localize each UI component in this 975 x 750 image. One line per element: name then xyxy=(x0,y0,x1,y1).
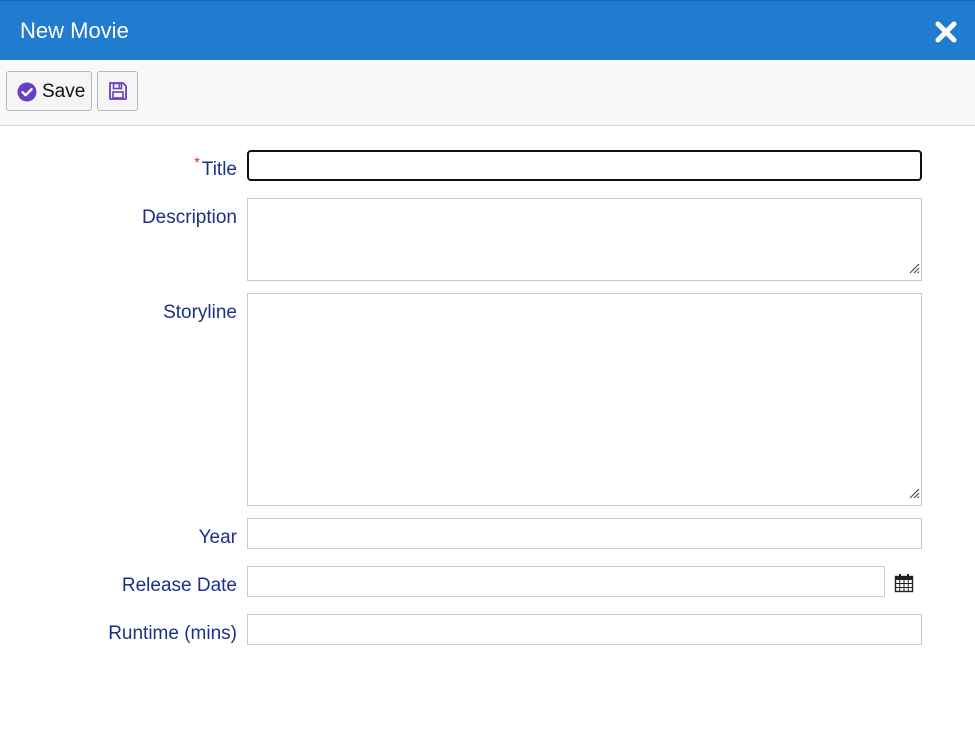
resize-grip-icon[interactable] xyxy=(908,486,920,504)
resize-grip-icon[interactable] xyxy=(908,261,920,279)
close-icon[interactable] xyxy=(933,19,959,45)
title-input[interactable] xyxy=(247,150,922,181)
runtime-label: Runtime (mins) xyxy=(108,623,237,644)
year-label: Year xyxy=(198,527,237,548)
year-input[interactable] xyxy=(247,518,922,549)
dialog-title: New Movie xyxy=(20,18,129,43)
calendar-icon[interactable] xyxy=(894,573,914,598)
save-close-button[interactable] xyxy=(97,71,138,111)
description-textarea[interactable] xyxy=(247,198,922,281)
toolbar: Save xyxy=(0,60,975,126)
release-date-label: Release Date xyxy=(121,575,237,596)
storyline-label: Storyline xyxy=(163,302,237,323)
dialog-titlebar: New Movie xyxy=(0,0,975,60)
storyline-textarea[interactable] xyxy=(247,293,922,506)
save-button[interactable]: Save xyxy=(6,71,92,111)
save-button-label: Save xyxy=(42,81,86,102)
title-label: * Title xyxy=(194,154,237,181)
description-label: Description xyxy=(141,207,237,228)
required-marker: * xyxy=(194,154,200,170)
release-date-input[interactable] xyxy=(247,566,885,597)
check-circle-icon xyxy=(17,82,37,107)
title-label-text: Title xyxy=(201,159,237,180)
runtime-input[interactable] xyxy=(247,614,922,645)
